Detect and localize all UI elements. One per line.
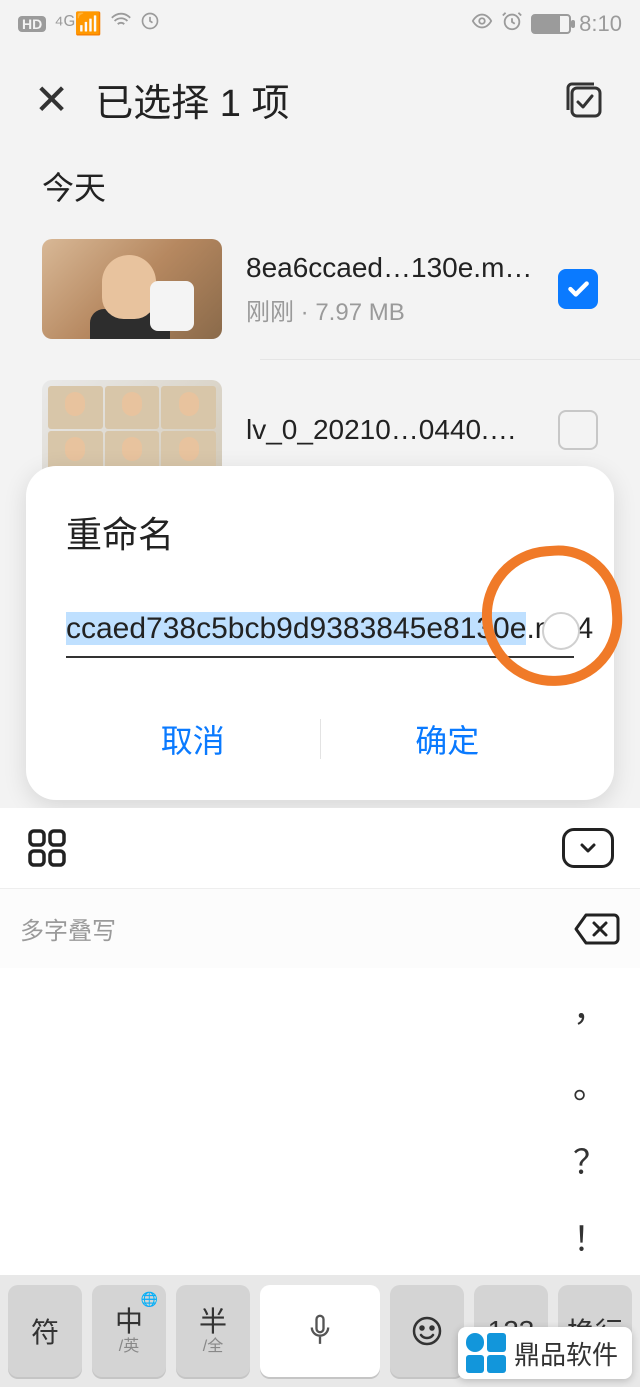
ime-toolbar [0,808,640,888]
status-bar: HD ⁴ᴳ📶 8:10 [0,0,640,48]
wifi-icon [110,10,132,38]
candidate-hint: 多字叠写 [20,911,116,946]
ime-apps-icon[interactable] [26,827,68,869]
checkbox-checked[interactable] [558,269,598,309]
close-icon[interactable]: ✕ [34,75,69,124]
key-symbol[interactable]: 符 [8,1285,82,1377]
hd-badge: HD [18,16,46,32]
select-all-button[interactable] [562,78,606,122]
handwriting-area[interactable] [0,968,540,1275]
eye-icon [471,10,493,38]
divider [260,359,640,360]
dialog-title: 重命名 [66,506,574,558]
watermark-logo-icon [466,1333,506,1373]
file-name: lv_0_20210…0440.mp4 [246,414,534,446]
video-thumbnail [42,239,222,339]
punctuation-column: ， 。 ？ ！ [540,968,640,1275]
key-lang[interactable]: 🌐 中/英 [92,1285,166,1377]
page-title: 已选择 1 项 [95,72,289,127]
sync-icon [140,11,160,37]
cancel-button[interactable]: 取消 [66,702,320,776]
checkbox-unchecked[interactable] [558,410,598,450]
section-today: 今天 [0,163,640,229]
punct-key[interactable]: ， [540,968,640,1045]
backspace-icon[interactable] [572,909,620,949]
file-meta: 刚刚 · 7.97 MB [246,292,534,327]
ime-candidate-bar: 多字叠写 [0,888,640,968]
rename-input[interactable]: ccaed738c5bcb9d9383845e8130e.mp4 [66,612,574,658]
ime-collapse-button[interactable] [562,828,614,868]
file-name: 8ea6ccaed…130e.mp4 [246,252,534,284]
status-time: 8:10 [579,11,622,37]
file-row[interactable]: 8ea6ccaed…130e.mp4 刚刚 · 7.97 MB [0,229,640,349]
punct-key[interactable]: 。 [540,1045,640,1122]
watermark-text: 鼎品软件 [514,1335,618,1372]
key-voice[interactable] [260,1285,380,1377]
rename-dialog: 重命名 ccaed738c5bcb9d9383845e8130e.mp4 取消 … [26,466,614,800]
battery-icon [531,14,571,34]
alarm-icon [501,10,523,38]
punct-key[interactable]: ？ [540,1122,640,1199]
video-thumbnail [42,380,222,480]
selection-header: ✕ 已选择 1 项 [0,48,640,163]
signal-icon: ⁴ᴳ📶 [54,11,102,37]
confirm-button[interactable]: 确定 [321,702,575,776]
key-width[interactable]: 半/全 [176,1285,250,1377]
watermark: 鼎品软件 [458,1327,632,1379]
punct-key[interactable]: ！ [540,1198,640,1275]
clear-input-icon[interactable] [542,612,580,650]
key-emoji[interactable] [390,1285,464,1377]
